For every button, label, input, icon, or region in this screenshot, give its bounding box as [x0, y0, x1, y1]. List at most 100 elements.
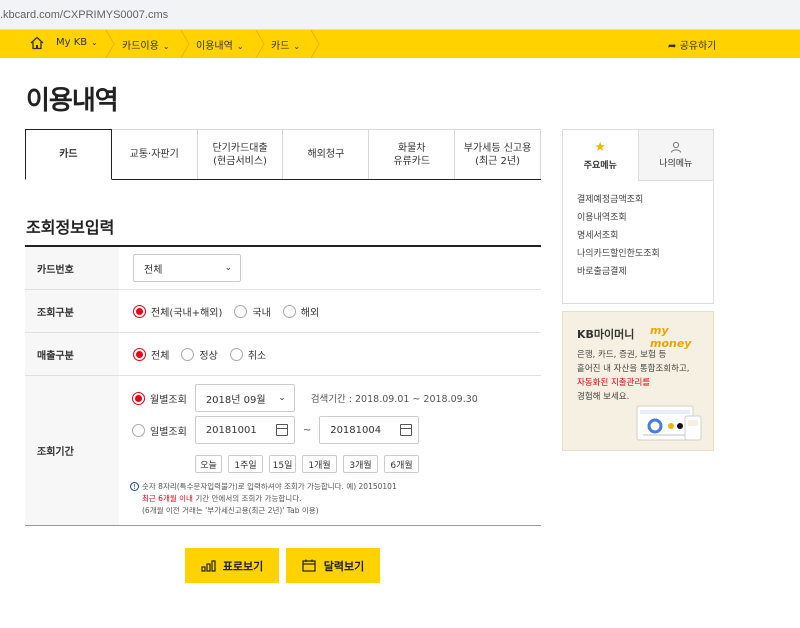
- breadcrumb-card[interactable]: 카드 ⌄: [271, 37, 300, 52]
- radio-sales-normal[interactable]: 정상: [181, 347, 218, 362]
- side-link-statement[interactable]: 명세서조회: [577, 227, 713, 245]
- radio-sales-all[interactable]: 전체: [133, 347, 169, 362]
- tab-truck-fuel[interactable]: 화물차 유류카드: [369, 129, 456, 179]
- tab-label: 교통·자판기: [129, 149, 179, 160]
- radio-checked: [133, 304, 146, 318]
- start-date-input[interactable]: 20181001: [194, 416, 295, 444]
- tab-my-menu-label: 나의메뉴: [659, 159, 693, 169]
- radio-daily[interactable]: 일별조회: [132, 423, 187, 438]
- radio-unchecked: [282, 304, 296, 318]
- tab-transit[interactable]: 교통·자판기: [111, 129, 198, 179]
- banner-line: 흩어진 내 자산을 통합조회하고,: [577, 364, 690, 374]
- inquiry-form: 카드번호 전체 ⌄ 조회구분 전체(국내+해외) 국내 해외 매출구분 전체 정…: [25, 245, 541, 526]
- radio-unchecked: [229, 347, 243, 361]
- breadcrumb-card-usage[interactable]: 카드이용 ⌄: [122, 37, 170, 52]
- sales-type-label: 매출구분: [25, 333, 119, 375]
- radio-label: 전체: [151, 350, 170, 362]
- radio-label: 월별조회: [150, 394, 187, 406]
- share-button[interactable]: ➦ 공유하기: [668, 37, 716, 52]
- section-title: 조회정보입력: [26, 218, 115, 237]
- range-separator: ~: [302, 424, 312, 436]
- calendar-view-label: 달력보기: [323, 559, 365, 573]
- period-1week-button[interactable]: 1주일: [228, 455, 263, 473]
- period-3months-button[interactable]: 3개월: [343, 455, 378, 473]
- tab-label: 화물차: [397, 142, 426, 154]
- tab-label: 카드: [59, 149, 78, 160]
- period-today-button[interactable]: 오늘: [195, 455, 222, 473]
- url-text[interactable]: .kbcard.com/CXPRIMYS0007.cms: [0, 9, 168, 21]
- home-icon[interactable]: [30, 36, 44, 50]
- radio-label: 해외: [300, 307, 320, 319]
- period-15days-button[interactable]: 15일: [269, 455, 296, 473]
- tab-my-menu[interactable]: 나의메뉴: [638, 130, 713, 181]
- tab-sublabel: 유류카드: [393, 155, 431, 167]
- side-link-discount-limit[interactable]: 나의카드할인한도조회: [577, 245, 713, 263]
- calendar-icon[interactable]: [400, 424, 413, 436]
- tab-main-menu[interactable]: ★ 주요메뉴: [563, 130, 639, 181]
- bar-chart-icon: [201, 559, 216, 572]
- share-label: 공유하기: [679, 41, 717, 52]
- calendar-icon[interactable]: [275, 424, 288, 436]
- banner-line: 은행, 카드, 증권, 보험 등: [577, 350, 667, 360]
- radio-label: 취소: [247, 350, 267, 362]
- chevron-right-icon: [180, 30, 190, 58]
- period-6months-button[interactable]: 6개월: [384, 455, 419, 473]
- side-link-instant-payment[interactable]: 바로출금결제: [577, 263, 713, 281]
- mymoney-banner[interactable]: KB마이머니 my money 은행, 카드, 증권, 보험 등 흩어진 내 자…: [562, 311, 714, 451]
- side-link-payment-due[interactable]: 결제예정금액조회: [577, 191, 713, 209]
- tab-main-menu-label: 주요메뉴: [583, 160, 617, 171]
- quick-period-buttons: 오늘 1주일 15일 1개월 3개월 6개월: [195, 455, 425, 473]
- chevron-down-icon: ⌄: [224, 263, 232, 273]
- radio-domestic[interactable]: 국내: [234, 304, 271, 319]
- month-select[interactable]: 2018년 09월 ⌄: [194, 384, 295, 412]
- radio-unchecked: [132, 423, 145, 437]
- end-date-input[interactable]: 20181004: [319, 416, 420, 444]
- radio-monthly[interactable]: 월별조회: [132, 391, 187, 406]
- calendar-icon: [302, 559, 316, 572]
- tab-sublabel: (현금서비스): [213, 155, 267, 167]
- notice-line3: (6개월 이전 거래는 '부가세신고용(최근 2년)' Tab 이용): [142, 506, 319, 515]
- breadcrumb-label: 카드: [271, 41, 290, 52]
- tab-overseas[interactable]: 해외청구: [283, 129, 370, 179]
- star-icon: ★: [594, 139, 607, 155]
- table-view-button[interactable]: 표로보기: [185, 548, 279, 583]
- breadcrumb-usage-history[interactable]: 이용내역 ⌄: [196, 37, 244, 52]
- breadcrumb-label: My KB: [56, 37, 88, 48]
- usage-tabs: 카드 교통·자판기 단기카드대출 (현금서비스) 해외청구 화물차 유류카드 부가세…: [25, 129, 541, 180]
- tab-card[interactable]: 카드: [25, 129, 112, 180]
- breadcrumb-my-kb[interactable]: My KB ⌄: [56, 37, 98, 48]
- period-1month-button[interactable]: 1개월: [302, 455, 337, 473]
- period-notice: ! 숫자 8자리(특수문자입력불가)로 입력하셔야 조회가 가능합니다. 예) 2…: [130, 481, 530, 517]
- radio-checked: [133, 347, 146, 361]
- month-value: 2018년 09월: [205, 394, 266, 406]
- browser-address-bar[interactable]: .kbcard.com/CXPRIMYS0007.cms: [0, 0, 800, 30]
- tab-sublabel: (최근 2년): [475, 155, 521, 167]
- notice-line2-highlight: 최근 6개월 이내: [142, 494, 193, 503]
- chevron-right-icon: [105, 30, 115, 58]
- side-link-usage-history[interactable]: 이용내역조회: [577, 209, 713, 227]
- chevron-down-icon: ⌄: [162, 42, 170, 51]
- notice-line1: 숫자 8자리(특수문자입력불가)로 입력하셔야 조회가 가능합니다. 예) 20…: [142, 482, 397, 491]
- chevron-right-icon: [310, 30, 320, 58]
- info-icon: !: [130, 482, 139, 491]
- chevron-down-icon: ⌄: [278, 393, 286, 403]
- share-icon: ➦: [668, 41, 677, 52]
- search-range-text: 검색기간 : 2018.09.01 ~ 2018.09.30: [310, 394, 478, 405]
- row-inquiry-type: 조회구분 전체(국내+해외) 국내 해외: [25, 290, 541, 333]
- radio-sales-cancel[interactable]: 취소: [229, 347, 267, 362]
- radio-all-domestic-overseas[interactable]: 전체(국내+해외): [133, 304, 222, 319]
- radio-overseas[interactable]: 해외: [282, 304, 320, 319]
- radio-unchecked: [181, 347, 195, 361]
- tab-short-term-loan[interactable]: 단기카드대출 (현금서비스): [197, 129, 284, 179]
- banner-title: KB마이머니: [577, 328, 635, 341]
- tab-vat[interactable]: 부가세등 신고용 (최근 2년): [455, 129, 541, 179]
- period-label: 조회기간: [25, 376, 119, 525]
- calendar-view-button[interactable]: 달력보기: [286, 548, 380, 583]
- radio-label: 전체(국내+해외): [151, 307, 223, 319]
- app-screenshot-illustration: [636, 405, 702, 441]
- card-number-select[interactable]: 전체 ⌄: [133, 254, 241, 282]
- end-date-value: 20181004: [330, 424, 382, 436]
- radio-label: 정상: [199, 350, 218, 362]
- tab-label: 단기카드대출: [212, 142, 268, 154]
- chevron-down-icon: ⌄: [236, 42, 244, 51]
